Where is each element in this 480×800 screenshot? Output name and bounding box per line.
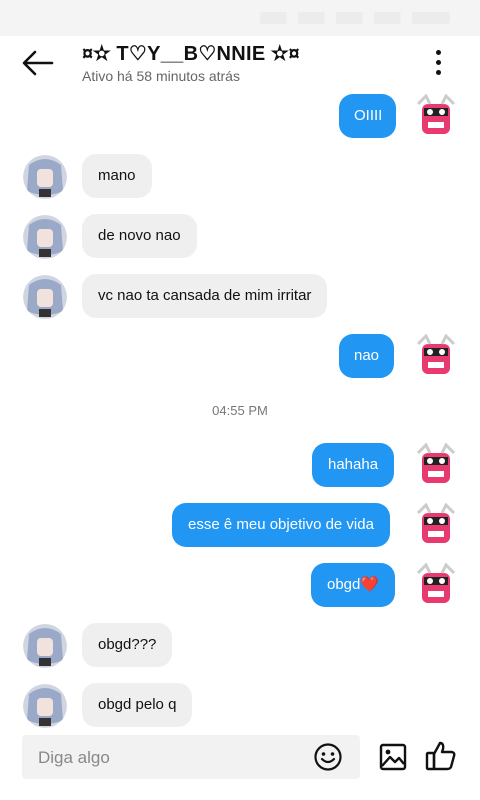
message-bubble[interactable]: esse ê meu objetivo de vida [172,503,390,547]
timestamp: 04:55 PM [212,403,268,418]
message-bubble[interactable]: hahaha [312,443,395,487]
message-bubble[interactable]: OIIII [339,94,396,138]
contact-name[interactable]: ¤✫ T♡Y__B♡NNIE ✫¤ [82,41,300,66]
active-status: Ativo há 58 minutos atrás [82,68,240,84]
message-bubble[interactable]: obgd❤️ [311,563,396,607]
sender-avatar [414,502,458,547]
message-bubble[interactable]: mano [82,154,152,198]
message-list[interactable]: OIIII mano de novo nao vc nao ta cansada… [0,90,480,730]
message-bubble[interactable]: obgd??? [82,623,173,667]
image-icon[interactable] [378,742,408,772]
contact-avatar [23,275,67,319]
contact-avatar [23,155,67,199]
more-vert-icon[interactable] [426,46,450,80]
contact-avatar [23,684,67,728]
contact-avatar [23,624,67,668]
message-bubble[interactable]: obgd pelo q [82,683,193,727]
message-bubble[interactable]: vc nao ta cansada de mim irritar [82,274,328,318]
status-bar [0,0,480,36]
status-icons [260,12,450,24]
message-input[interactable] [36,735,310,781]
message-input-container [22,735,360,781]
message-composer [0,730,480,800]
back-arrow-icon[interactable] [20,48,56,78]
chat-header: ¤✫ T♡Y__B♡NNIE ✫¤ Ativo há 58 minutos at… [0,36,480,90]
message-bubble[interactable]: de novo nao [82,214,197,258]
sender-avatar [414,93,458,138]
emoji-icon[interactable] [314,743,342,771]
message-bubble[interactable]: nao [339,334,395,378]
sender-avatar [414,442,458,487]
sender-avatar [414,333,458,378]
thumbs-up-icon[interactable] [424,739,458,773]
contact-avatar [23,215,67,259]
sender-avatar [414,562,458,607]
